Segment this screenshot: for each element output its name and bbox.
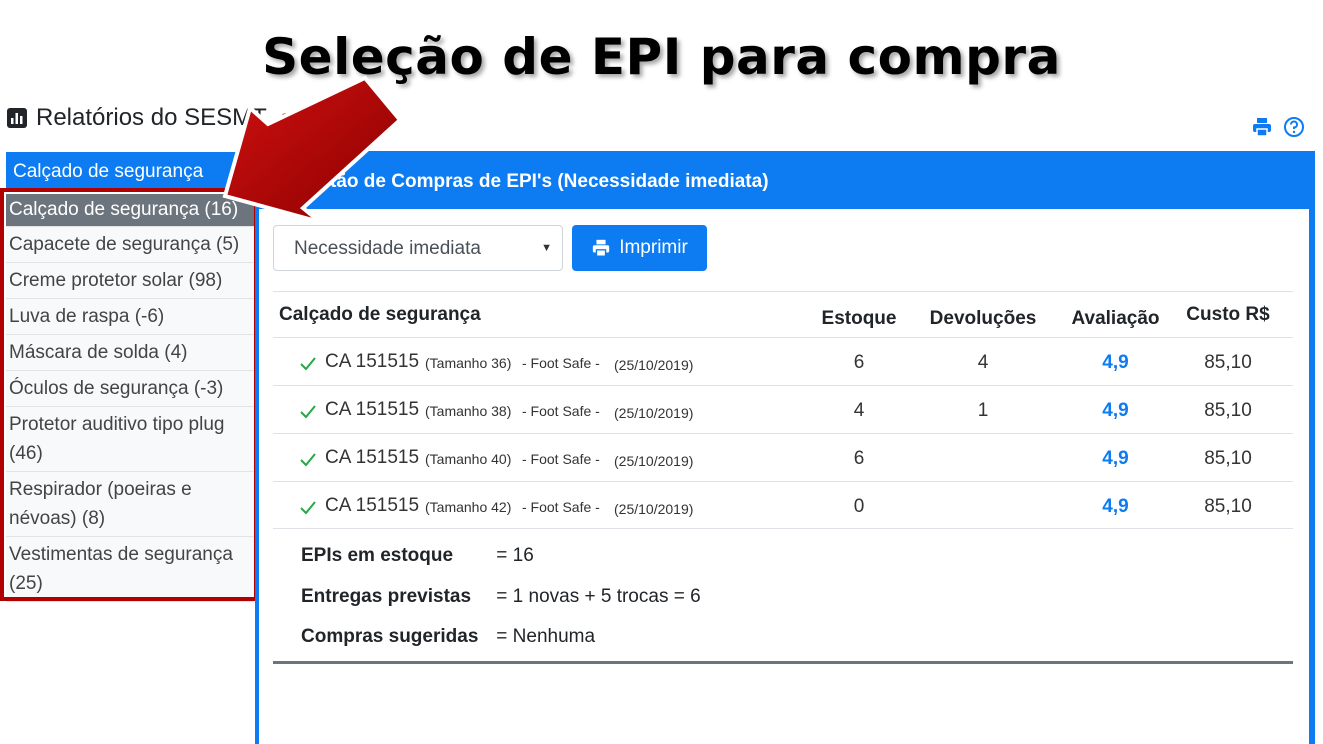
category-item-mascara[interactable]: Máscara de solda (4) [6, 335, 254, 371]
summary-compras-value: = Nenhuma [496, 626, 596, 647]
summary-entregas-value: = 1 novas + 5 trocas = 6 [496, 586, 701, 607]
row-data: (25/10/2019) [614, 357, 694, 373]
row-fabricante: - Foot Safe - [522, 451, 600, 467]
category-select[interactable]: Calçado de segurança [6, 152, 254, 188]
need-filter-select[interactable]: Necessidade imediata ▼ [273, 225, 563, 271]
summary-estoque-value: = 16 [496, 545, 534, 566]
table-header: Calçado de segurança Estoque Devoluções … [273, 291, 1293, 337]
app-title: Relatórios do SESMT [36, 104, 267, 131]
row-fabricante: - Foot Safe - [522, 499, 600, 515]
summary-estoque: EPIs em estoque = 16 [301, 545, 534, 567]
row-avaliacao[interactable]: 4,9 [1058, 496, 1173, 518]
row-ca: CA 151515 [325, 447, 420, 468]
table-row[interactable]: CA 151515 (Tamanho 42) - Foot Safe - (25… [273, 481, 1293, 529]
row-tamanho: (Tamanho 40) [425, 451, 512, 467]
column-header-devolucoes: Devoluções [929, 308, 1037, 329]
category-item-calcado[interactable]: Calçado de segurança (16) [6, 194, 254, 227]
check-icon [299, 498, 317, 522]
row-avaliacao[interactable]: 4,9 [1058, 352, 1173, 374]
row-ca: CA 151515 [325, 351, 420, 372]
top-toolbar [1251, 116, 1305, 138]
category-item-protetor[interactable]: Protetor auditivo tipo plug (46) [6, 407, 254, 472]
column-header-avaliacao: Avaliação [1071, 308, 1160, 329]
column-header-estoque: Estoque [821, 308, 897, 329]
table-row[interactable]: CA 151515 (Tamanho 38) - Foot Safe - (25… [273, 385, 1293, 433]
row-data: (25/10/2019) [614, 405, 694, 421]
category-item-oculos[interactable]: Óculos de segurança (-3) [6, 371, 254, 407]
check-icon [299, 354, 317, 378]
row-custo: 85,10 [1204, 448, 1252, 469]
purchase-panel: Sugestão de Compras de EPI's (Necessidad… [255, 151, 1315, 744]
check-icon [299, 450, 317, 474]
category-item-respirador[interactable]: Respirador (poeiras e névoas) (8) [6, 472, 254, 537]
bar-chart-icon [7, 108, 27, 128]
category-item-creme[interactable]: Creme protetor solar (98) [6, 263, 254, 299]
chevron-down-icon: ▼ [541, 242, 552, 254]
row-avaliacao[interactable]: 4,9 [1058, 448, 1173, 470]
row-estoque: 6 [853, 352, 865, 373]
printer-icon [593, 239, 610, 257]
row-avaliacao[interactable]: 4,9 [1058, 400, 1173, 422]
category-list: Calçado de segurança (16) Capacete de se… [6, 194, 254, 602]
print-button-label: Imprimir [619, 237, 688, 258]
row-estoque: 4 [853, 400, 865, 421]
row-data: (25/10/2019) [614, 501, 694, 517]
row-estoque: 0 [853, 496, 865, 517]
check-icon [299, 402, 317, 426]
category-item-vestimentas[interactable]: Vestimentas de segurança (25) [6, 537, 254, 602]
summary-entregas-label: Entregas previstas [301, 586, 472, 607]
category-item-capacete[interactable]: Capacete de segurança (5) [6, 227, 254, 263]
table-row[interactable]: CA 151515 (Tamanho 36) - Foot Safe - (25… [273, 337, 1293, 385]
app-header: Relatórios do SESMT [6, 102, 297, 134]
category-item-luva[interactable]: Luva de raspa (-6) [6, 299, 254, 335]
panel-title: Sugestão de Compras de EPI's (Necessidad… [273, 171, 769, 192]
summary-compras: Compras sugeridas = Nenhuma [301, 626, 595, 648]
row-devolucoes: 4 [977, 352, 989, 373]
row-fabricante: - Foot Safe - [522, 403, 600, 419]
row-tamanho: (Tamanho 42) [425, 499, 512, 515]
summary-entregas: Entregas previstas = 1 novas + 5 trocas … [301, 586, 701, 608]
bottom-divider [273, 661, 1293, 664]
row-estoque: 6 [853, 448, 865, 469]
row-data: (25/10/2019) [614, 453, 694, 469]
row-ca: CA 151515 [325, 495, 420, 516]
table-row[interactable]: CA 151515 (Tamanho 40) - Foot Safe - (25… [273, 433, 1293, 481]
panel-body: Necessidade imediata ▼ Imprimir Calçado … [259, 209, 1309, 744]
row-fabricante: - Foot Safe - [522, 355, 600, 371]
undo-icon[interactable] [281, 110, 297, 126]
column-header-custo: Custo R$ [1186, 304, 1270, 325]
summary-estoque-label: EPIs em estoque [301, 545, 454, 566]
column-header-item: Calçado de segurança [279, 304, 481, 325]
row-custo: 85,10 [1204, 496, 1252, 517]
printer-icon[interactable] [1251, 116, 1273, 138]
help-circle-icon[interactable] [1283, 116, 1305, 138]
summary-compras-label: Compras sugeridas [301, 626, 479, 647]
print-button[interactable]: Imprimir [572, 225, 707, 271]
slide-title: Seleção de EPI para compra [262, 28, 1061, 86]
need-filter-value: Necessidade imediata [294, 238, 481, 259]
row-tamanho: (Tamanho 38) [425, 403, 512, 419]
row-custo: 85,10 [1204, 400, 1252, 421]
row-custo: 85,10 [1204, 352, 1252, 373]
row-tamanho: (Tamanho 36) [425, 355, 512, 371]
row-devolucoes: 1 [977, 400, 989, 421]
row-ca: CA 151515 [325, 399, 420, 420]
